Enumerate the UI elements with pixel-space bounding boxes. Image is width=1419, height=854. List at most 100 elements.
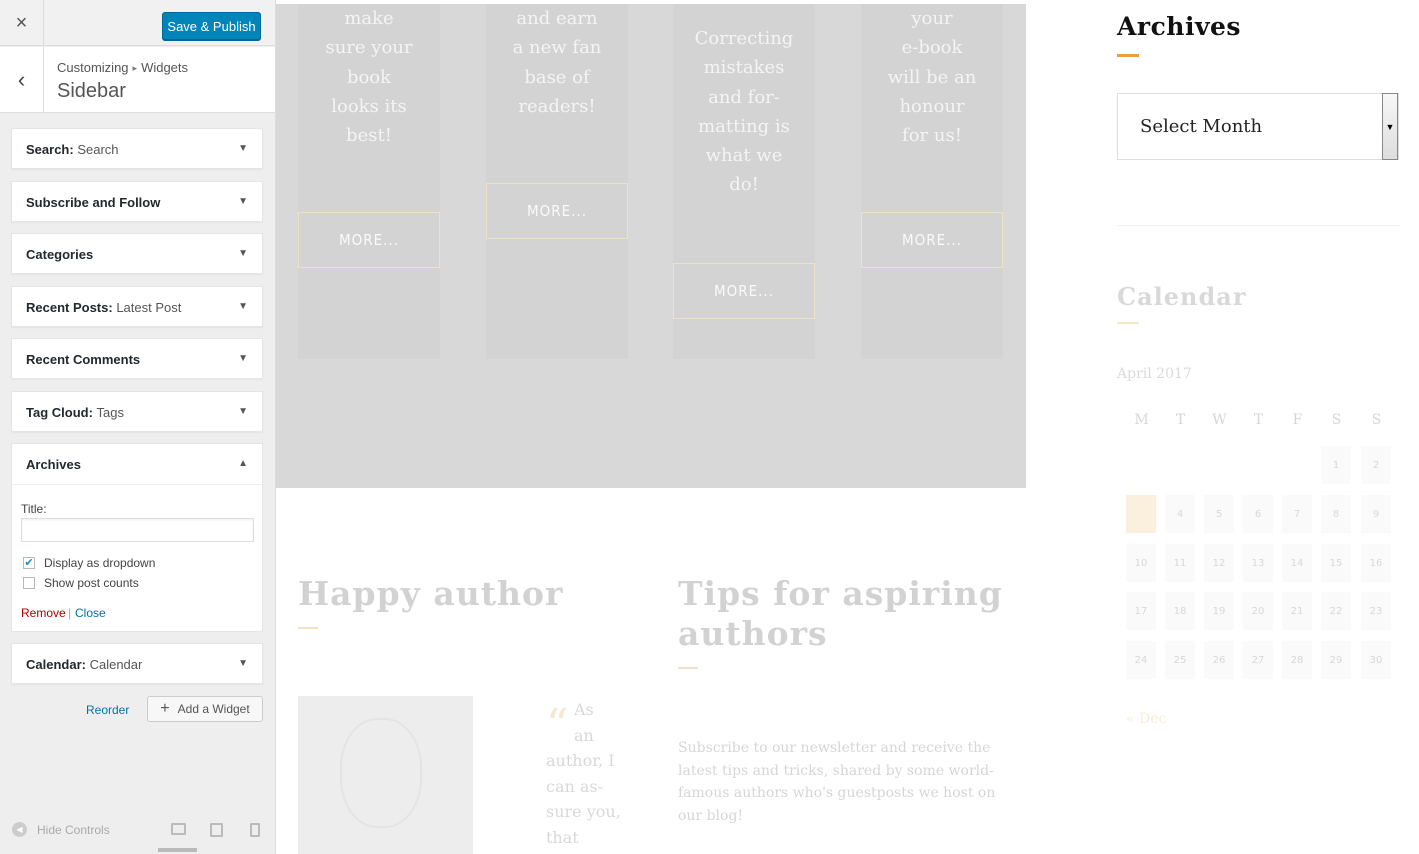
services-section: make sure your book looks its best! MORE... an… (276, 4, 1026, 488)
calendar-widget-title: Calendar: Calendar (26, 657, 142, 672)
author-face (340, 718, 422, 828)
service-text-line: sure your (325, 37, 413, 59)
tips-heading-line1: Tips for aspiring (678, 574, 1003, 613)
calendar-day: 5 (1204, 495, 1234, 533)
more-button[interactable]: MORE... (673, 263, 815, 319)
triangle-down-icon[interactable]: ▼ (238, 406, 248, 417)
show-post-counts-checkbox[interactable] (23, 577, 35, 589)
calendar-day: 13 (1243, 544, 1273, 582)
service-text-line: book (346, 66, 392, 88)
triangle-down-icon[interactable]: ▼ (238, 196, 248, 207)
title-input[interactable] (21, 518, 254, 542)
widget-row[interactable]: Search: Search ▼ (11, 128, 263, 169)
widget-row[interactable]: Tag Cloud: Tags ▼ (11, 391, 263, 432)
hide-controls-button[interactable]: ◀ Hide Controls (12, 822, 110, 837)
weekday-label: M (1134, 412, 1149, 428)
widget-name: Categories (26, 247, 94, 262)
add-widget-button[interactable]: + Add a Widget (147, 696, 263, 722)
widget-title: Tag Cloud: Tags (26, 405, 124, 420)
calendar-day: 18 (1165, 592, 1195, 630)
display-dropdown-label: Display as dropdown (44, 556, 156, 570)
desktop-icon[interactable] (171, 823, 186, 835)
add-widget-label: Add a Widget (177, 702, 250, 716)
reorder-link[interactable]: Reorder (86, 703, 129, 717)
author-quote: As an author, I can as-sure you, that (546, 697, 626, 851)
archives-widget-header[interactable]: Archives ▲ (12, 444, 262, 485)
remove-link[interactable]: Remove (21, 606, 66, 620)
calendar-day: 4 (1165, 495, 1195, 533)
quote-line: that (546, 827, 579, 847)
section-title: Sidebar (57, 80, 126, 102)
close-customizer-button[interactable]: × (0, 0, 44, 46)
author-photo (298, 696, 473, 854)
weekday-label: T (1175, 412, 1186, 428)
calendar-day: 11 (1165, 544, 1195, 582)
widget-row[interactable]: Categories ▼ (11, 233, 263, 274)
triangle-down-icon[interactable]: ▼ (238, 301, 248, 312)
show-post-counts-label: Show post counts (44, 576, 139, 590)
dropdown-arrow-icon[interactable]: ▼ (1382, 93, 1398, 160)
more-button[interactable]: MORE... (298, 212, 440, 268)
widget-name: Recent Comments (26, 352, 141, 367)
calendar-prev-link[interactable]: « Dec (1126, 711, 1166, 727)
panel-header: × Save & Publish (0, 0, 275, 46)
customizer-panel: × Save & Publish ‹ Customizing ▸ Widgets S… (0, 0, 276, 854)
triangle-up-icon[interactable]: ▲ (238, 458, 248, 469)
calendar-widget[interactable]: Calendar: Calendar ▼ (11, 643, 263, 684)
active-device-indicator (158, 848, 197, 852)
hide-controls-label: Hide Controls (37, 822, 110, 837)
quote-line: can as- (546, 776, 604, 796)
calendar-day: 29 (1321, 641, 1351, 679)
triangle-down-icon[interactable]: ▼ (238, 143, 248, 154)
calendar-day: 25 (1165, 641, 1195, 679)
calendar-day: 14 (1282, 544, 1312, 582)
calendar-day: 30 (1361, 641, 1391, 679)
widget-row[interactable]: Subscribe and Follow ▼ (11, 181, 263, 222)
widget-title: Categories (26, 247, 93, 262)
more-button[interactable]: MORE... (486, 183, 628, 239)
service-text-line: base of (524, 66, 590, 88)
section-header: ‹ Customizing ▸ Widgets Sidebar (0, 47, 275, 113)
service-text-line: e-book (901, 37, 963, 59)
weekday-label: W (1212, 412, 1227, 428)
archives-widget: Archives ▲ Title: ✔ Display as dropdown … (11, 443, 263, 632)
more-button[interactable]: MORE... (861, 212, 1003, 268)
calendar-widget-name: Calendar: (26, 657, 86, 672)
service-text: and earn a new fan base of readers! (477, 4, 637, 121)
back-button[interactable]: ‹ (0, 47, 44, 113)
dropdown-option[interactable]: ✔ Display as dropdown (23, 556, 155, 570)
breadcrumb-parent: Customizing (57, 60, 129, 75)
display-dropdown-checkbox[interactable]: ✔ (23, 557, 35, 569)
triangle-down-icon[interactable]: ▼ (238, 353, 248, 364)
tablet-icon[interactable] (210, 823, 223, 837)
calendar-day: 12 (1204, 544, 1234, 582)
calendar-day: 16 (1361, 544, 1391, 582)
collapse-circle-icon: ◀ (12, 822, 27, 837)
widget-row[interactable]: Recent Comments ▼ (11, 338, 263, 379)
plus-icon: + (160, 700, 170, 717)
archives-heading: Archives (1117, 12, 1241, 41)
month-select[interactable]: Select Month ▼ (1117, 93, 1399, 160)
service-text-line: Correcting (694, 28, 794, 49)
triangle-down-icon[interactable]: ▼ (238, 248, 248, 259)
save-publish-button[interactable]: Save & Publish (162, 12, 261, 40)
breadcrumb-child: Widgets (141, 60, 189, 75)
service-text-line: make (344, 8, 394, 29)
calendar-day: 3 (1126, 495, 1156, 533)
close-link[interactable]: Close (75, 606, 106, 620)
archives-accent (1117, 54, 1139, 57)
calendar-day: 24 (1126, 641, 1156, 679)
service-text-line: a new fan (512, 37, 602, 59)
title-field-label: Title: (21, 502, 47, 516)
triangle-down-icon[interactable]: ▼ (238, 658, 248, 669)
weekday-label: T (1253, 412, 1264, 428)
service-text-line: matting is (698, 115, 790, 137)
calendar-day: 7 (1282, 495, 1312, 533)
weekday-label: F (1292, 412, 1303, 428)
quote-line: author, I (546, 751, 615, 771)
widget-row[interactable]: Recent Posts: Latest Post ▼ (11, 286, 263, 327)
calendar-day: 8 (1321, 495, 1351, 533)
post-counts-option[interactable]: Show post counts (23, 576, 139, 590)
close-icon: × (15, 11, 28, 34)
mobile-icon[interactable] (250, 823, 260, 837)
